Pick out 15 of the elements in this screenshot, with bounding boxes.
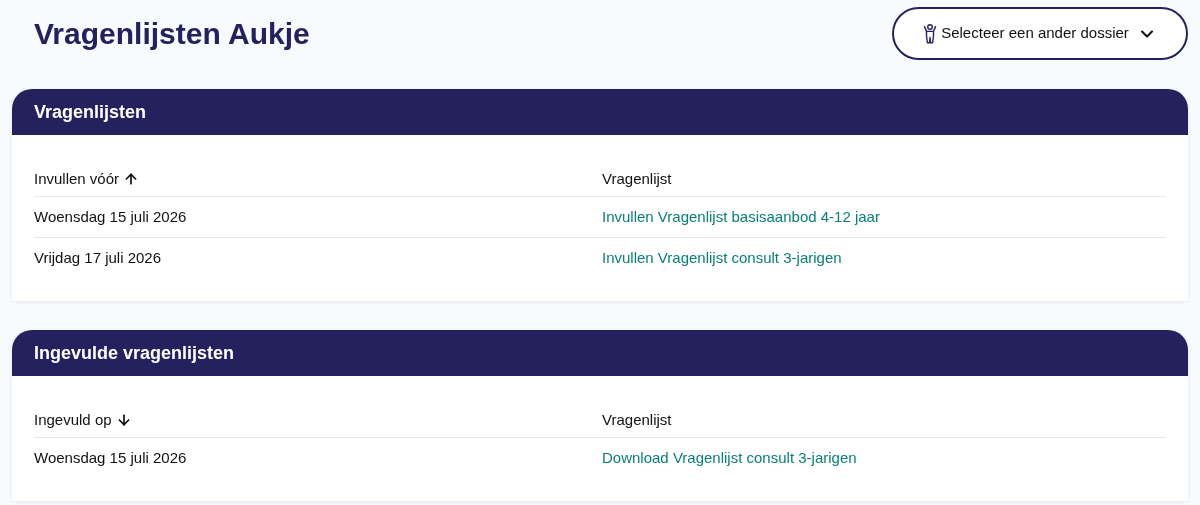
questionnaire-link[interactable]: Invullen Vragenlijst consult 3-jarigen: [602, 247, 842, 270]
page-title: Vragenlijsten Aukje: [34, 16, 310, 52]
section-title: Vragenlijsten: [34, 100, 147, 124]
column-header: Vragenlijst: [602, 409, 672, 430]
questionnaire-link[interactable]: Download Vragenlijst consult 3-jarigen: [602, 447, 857, 470]
column-header[interactable]: Ingevuld op: [34, 408, 112, 432]
questionnaire-link[interactable]: Invullen Vragenlijst basisaanbod 4-12 jaar: [602, 205, 880, 229]
date-cell-text: Woensdag 15 juli 2026: [34, 448, 187, 469]
date-cell-text: Vrijdag 17 juli 2026: [34, 248, 162, 269]
column-header: Vragenlijst: [602, 168, 672, 189]
column-header[interactable]: Invullen vóór: [34, 167, 120, 191]
child-icon: [923, 22, 938, 45]
section-title: Ingevulde vragenlijsten: [34, 341, 235, 365]
dossier-select-button[interactable]: Selecteer een ander dossier: [892, 7, 1188, 60]
date-cell-text: Woensdag 15 juli 2026: [34, 206, 187, 227]
